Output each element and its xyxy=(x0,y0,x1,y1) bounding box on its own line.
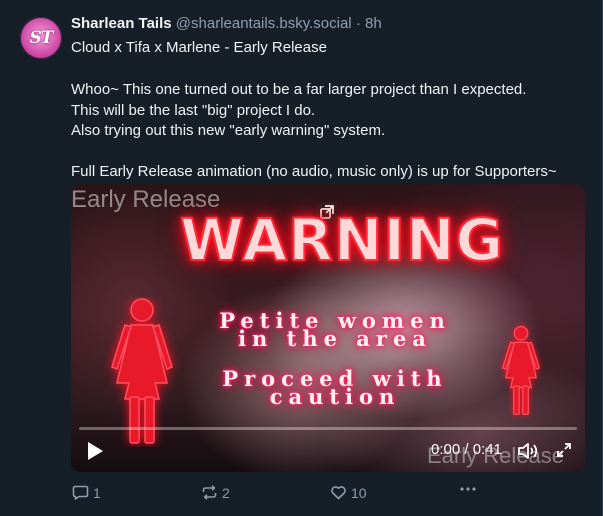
post-header: Sharlean Tails @sharleantails.bsky.socia… xyxy=(71,15,382,32)
more-icon xyxy=(460,487,476,491)
caution-message: Proceed with caution xyxy=(175,368,495,407)
like-button[interactable]: 10 xyxy=(330,484,367,501)
reply-icon xyxy=(72,485,89,500)
post-body: Whoo~ This one turned out to be a far la… xyxy=(71,80,596,183)
woman-figure-icon xyxy=(111,298,173,444)
avatar[interactable]: ST xyxy=(20,17,62,59)
repost-icon xyxy=(202,485,217,500)
warning-title: WARNING xyxy=(179,205,505,275)
woman-figure-icon xyxy=(501,325,541,415)
header-separator: · xyxy=(355,15,361,32)
video-time: 0:00 / 0:41 xyxy=(431,441,502,458)
post-body-line: Full Early Release animation (no audio, … xyxy=(71,163,557,180)
heart-icon xyxy=(331,486,346,500)
play-icon[interactable] xyxy=(85,440,105,462)
fullscreen-icon[interactable] xyxy=(556,442,572,458)
avatar-initials: ST xyxy=(29,28,54,48)
volume-icon[interactable] xyxy=(517,441,541,461)
warning-message: Petite women in the area xyxy=(175,310,495,349)
post-body-line: This will be the last "big" project I do… xyxy=(71,101,316,119)
video-player[interactable]: Early Release WARNING Petite women in th xyxy=(71,184,585,472)
post-body-line: Whoo~ This one turned out to be a far la… xyxy=(71,81,527,98)
display-name[interactable]: Sharlean Tails xyxy=(71,15,172,32)
post-body-line: Also trying out this new "early warning"… xyxy=(71,122,386,139)
repost-button[interactable]: 2 xyxy=(201,484,230,501)
post-timestamp[interactable]: 8h xyxy=(365,15,382,32)
more-options-button[interactable] xyxy=(459,486,477,492)
video-progress-bar[interactable] xyxy=(79,427,577,430)
user-handle[interactable]: @sharleantails.bsky.social xyxy=(176,15,352,32)
post-title: Cloud x Tifa x Marlene - Early Release xyxy=(71,39,327,56)
reply-button[interactable]: 1 xyxy=(72,484,101,501)
reply-count: 1 xyxy=(93,484,101,501)
repost-count: 2 xyxy=(222,484,230,501)
post-actions: 1 2 10 xyxy=(71,484,591,502)
post-body-line xyxy=(71,142,596,163)
like-count: 10 xyxy=(351,484,367,501)
